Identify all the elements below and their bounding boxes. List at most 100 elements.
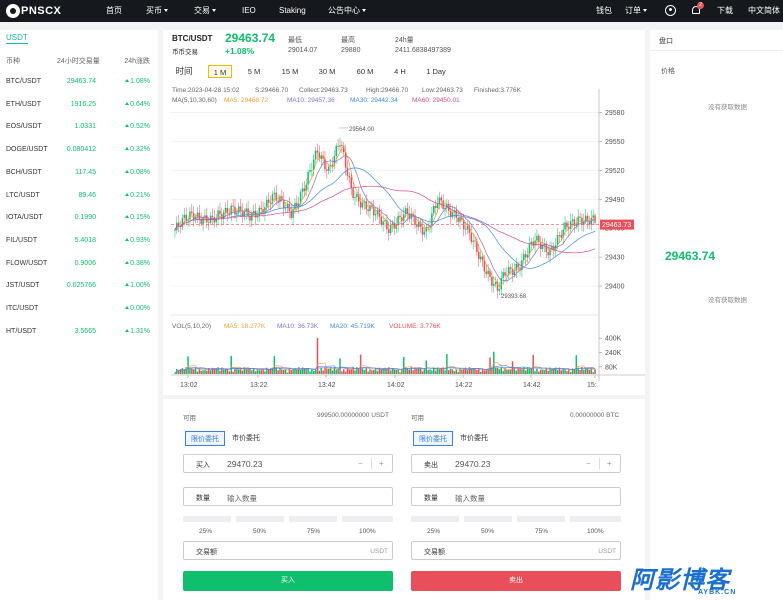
volume-bar: [389, 370, 392, 374]
market-row[interactable]: BCH/USDT 117.45 0.08%: [0, 163, 158, 185]
buy-amount-input[interactable]: 交易额 USDT: [183, 541, 393, 560]
market-row[interactable]: HT/USDT 3.5665 1.31%: [0, 322, 158, 344]
volume-bar: [251, 370, 253, 374]
volume-bar: [406, 368, 409, 374]
candle-body: [277, 200, 279, 202]
volume-bar: [200, 370, 202, 374]
market-row[interactable]: BTC/USDT 29463.74 1.08%: [0, 72, 158, 94]
buy-pct-25[interactable]: 25%: [199, 528, 212, 535]
minus-icon[interactable]: −: [358, 459, 363, 468]
candle-body: [388, 229, 390, 234]
nav-download[interactable]: 下载: [717, 0, 733, 22]
sell-pct-75[interactable]: 75%: [535, 528, 548, 535]
market-row[interactable]: LTC/USDT 89.46 0.21%: [0, 186, 158, 208]
buy-price-input[interactable]: 买入 29470.23 − +: [183, 454, 393, 473]
volume-bar: [191, 368, 193, 374]
sell-pct-100[interactable]: 100%: [587, 528, 604, 535]
buy-tab-limit[interactable]: 限价委托: [185, 431, 225, 446]
arrow-up-icon: [125, 79, 130, 82]
candle-body: [479, 256, 482, 260]
buy-available-value: 999500.00000000 USDT: [317, 412, 389, 419]
volume-bar: [397, 369, 399, 374]
volume-bar: [189, 367, 191, 374]
market-row[interactable]: ETH/USDT 1916.25 0.64%: [0, 95, 158, 117]
market-row[interactable]: ITC/USDT 0.00%: [0, 299, 158, 321]
buy-pct-100[interactable]: 100%: [359, 528, 376, 535]
candle-body: [269, 202, 272, 204]
volume-bar: [560, 370, 563, 374]
volume-bar: [513, 368, 516, 374]
logo[interactable]: PNSCX: [6, 2, 61, 20]
x-tick-label: 13:22: [250, 382, 268, 389]
market-row[interactable]: FLOW/USDT 0.9006 0.38%: [0, 254, 158, 276]
volume-bar: [517, 368, 519, 374]
x-tick-label: 14:42: [523, 382, 541, 389]
candle-body: [433, 205, 435, 214]
nav-orders[interactable]: 订单: [625, 0, 647, 22]
candle-body: [470, 232, 473, 242]
volume-bar: [264, 371, 266, 374]
candle-body: [406, 208, 409, 214]
market-row[interactable]: IOTA/USDT 0.1990 0.15%: [0, 208, 158, 230]
volume-bar: [179, 369, 182, 374]
plus-icon[interactable]: +: [379, 459, 384, 468]
nav-wallet[interactable]: 钱包: [596, 0, 612, 22]
buy-pct-75[interactable]: 75%: [307, 528, 320, 535]
volume-bar: [524, 370, 527, 374]
nav-ieo[interactable]: IEO: [242, 0, 256, 22]
volume-bar: [433, 367, 435, 374]
buy-tab-market[interactable]: 市价委托: [228, 431, 264, 446]
volume-bar: [174, 372, 176, 374]
volume-bar: [346, 368, 349, 374]
buy-pct-50[interactable]: 50%: [253, 528, 266, 535]
market-row[interactable]: EOS/USDT 1.0331 0.52%: [0, 117, 158, 139]
sell-button[interactable]: 卖出: [411, 571, 621, 591]
buy-button[interactable]: 买入: [183, 571, 393, 591]
sell-tab-limit[interactable]: 限价委托: [413, 431, 453, 446]
sell-pct-50[interactable]: 50%: [481, 528, 494, 535]
buy-quantity-input[interactable]: 数量 输入数量: [183, 487, 393, 506]
candle-body: [260, 207, 262, 210]
candle-body: [579, 216, 581, 218]
market-row[interactable]: JST/USDT 0.025766 1.00%: [0, 276, 158, 298]
sell-percent-slider[interactable]: 25% 50% 75% 100%: [411, 516, 621, 536]
volume-bar: [305, 369, 307, 374]
row-price: 1916.25: [70, 100, 96, 108]
x-tick-label: 13:02: [180, 382, 198, 389]
sell-price-input[interactable]: 卖出 29470.23 − +: [411, 454, 621, 473]
sell-amount-input[interactable]: 交易额 USDT: [411, 541, 621, 560]
minus-icon[interactable]: −: [586, 459, 591, 468]
nav-language[interactable]: 中文简体: [748, 0, 780, 22]
volume-bar: [393, 369, 396, 374]
plus-icon[interactable]: +: [607, 459, 612, 468]
market-row[interactable]: DOGE/USDT 0.080412 0.32%: [0, 140, 158, 162]
tab-usdt[interactable]: USDT: [6, 33, 28, 44]
candle-body: [491, 276, 493, 286]
volume-bar: [431, 370, 433, 374]
candle-body: [573, 219, 576, 226]
volume-bar: [367, 371, 369, 374]
high-label: 最高: [341, 37, 355, 44]
row-symbol: ETH/USDT: [6, 100, 41, 108]
sell-tab-market[interactable]: 市价委托: [456, 431, 492, 446]
buy-percent-slider[interactable]: 25% 50% 75% 100%: [183, 516, 393, 536]
volume-bar: [416, 368, 418, 374]
user-icon[interactable]: [665, 5, 676, 16]
volume-bar: [494, 367, 497, 374]
nav-staking[interactable]: Staking: [279, 0, 306, 22]
volume-bar: [363, 370, 366, 374]
candle-body: [219, 210, 221, 215]
candle-body: [560, 235, 563, 238]
volume-bar: [357, 369, 360, 374]
sell-quantity-input[interactable]: 数量 输入数量: [411, 487, 621, 506]
row-change: 0.38%: [125, 260, 150, 267]
nav-buy-coin[interactable]: 买币: [146, 0, 168, 22]
market-row[interactable]: FIL/USDT 5.4018 0.93%: [0, 231, 158, 253]
market-type: 币币交易: [172, 49, 198, 56]
nav-home[interactable]: 首页: [106, 0, 122, 22]
sell-pct-25[interactable]: 25%: [427, 528, 440, 535]
candlestick-chart[interactable]: 2958029550295202949029460294302940029463…: [163, 59, 645, 395]
nav-announcements[interactable]: 公告中心: [328, 0, 366, 22]
volume-bar: [372, 370, 375, 374]
nav-trade[interactable]: 交易: [194, 0, 216, 22]
